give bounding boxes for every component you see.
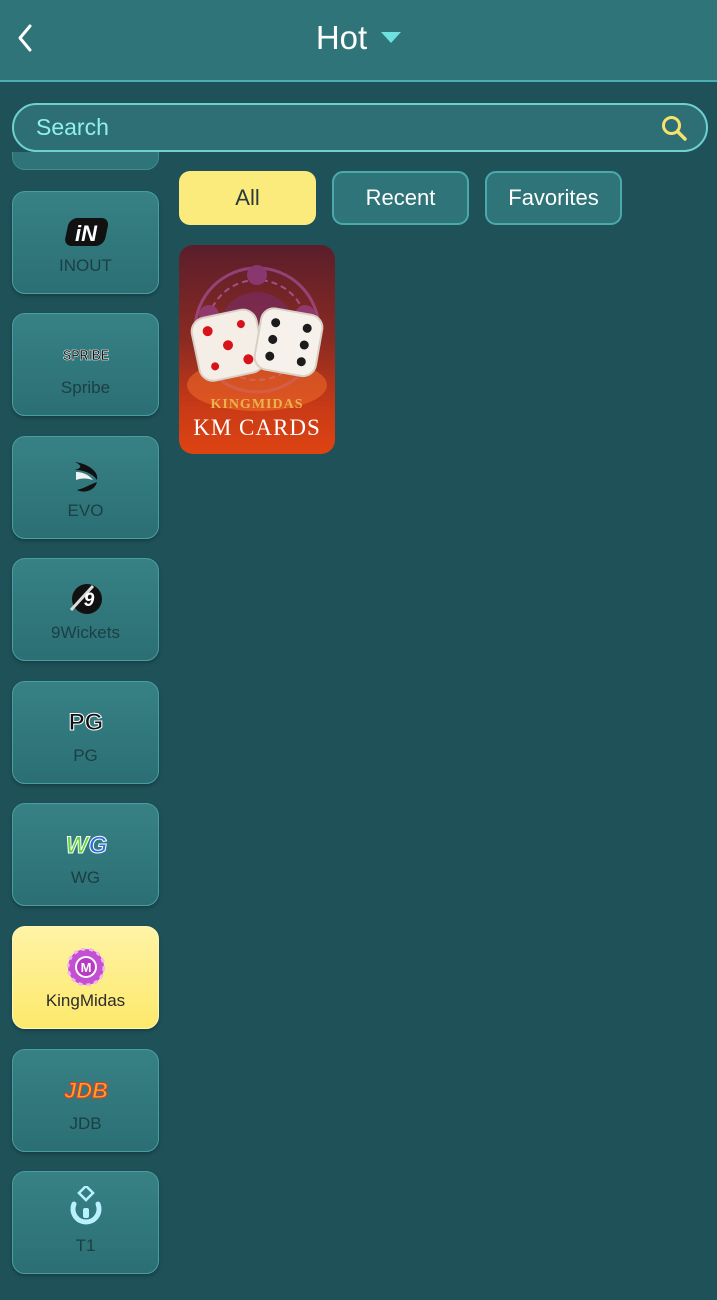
provider-item-spribe[interactable]: SPRIBE Spribe xyxy=(12,313,159,416)
page-title: Hot xyxy=(315,19,368,56)
caret-down-icon xyxy=(381,32,402,43)
provider-item-jdb[interactable]: JDB JDB xyxy=(12,1049,159,1152)
inout-logo-icon: iN xyxy=(13,212,158,252)
tab-recent[interactable]: Recent xyxy=(332,171,469,225)
game-title: KM CARDS xyxy=(193,415,321,440)
svg-text:iN: iN xyxy=(75,221,98,246)
pg-logo-icon: PG xyxy=(13,702,158,742)
t1-logo-icon xyxy=(13,1186,158,1228)
search-input[interactable] xyxy=(34,105,634,150)
evo-logo-icon xyxy=(13,457,158,497)
wg-logo-icon: W G xyxy=(13,824,158,864)
svg-text:9: 9 xyxy=(83,590,94,611)
jdb-logo-icon: JDB xyxy=(13,1070,158,1110)
provider-label: KingMidas xyxy=(45,991,126,1010)
kingmidas-logo-icon: M xyxy=(13,947,158,987)
provider-sidebar: iN INOUT SPRIBE Spribe EVO 9 9Wickets PG… xyxy=(0,152,170,1300)
svg-text:G: G xyxy=(88,832,107,859)
provider-label: T1 xyxy=(75,1236,96,1255)
provider-item-inout[interactable]: iN INOUT xyxy=(12,191,159,294)
svg-text:SPRIBE: SPRIBE xyxy=(63,347,109,364)
provider-item-partial[interactable] xyxy=(12,152,159,170)
svg-text:M: M xyxy=(80,960,91,975)
provider-label: JDB xyxy=(69,1114,102,1133)
provider-label: INOUT xyxy=(59,256,112,275)
9wickets-logo-icon: 9 xyxy=(13,579,158,619)
top-bar: Hot xyxy=(0,0,717,82)
spribe-logo-icon: SPRIBE xyxy=(13,334,158,374)
game-brand: KINGMIDAS xyxy=(210,397,304,412)
provider-label: EVO xyxy=(67,501,104,520)
provider-label: PG xyxy=(73,746,98,765)
provider-label: Spribe xyxy=(60,378,111,397)
tab-all[interactable]: All xyxy=(179,171,316,225)
provider-item-wg[interactable]: W G WG xyxy=(12,803,159,906)
provider-item-evo[interactable]: EVO xyxy=(12,436,159,539)
provider-label: 9Wickets xyxy=(51,623,120,642)
provider-item-t1[interactable]: T1 xyxy=(12,1171,159,1274)
svg-text:JDB: JDB xyxy=(63,1078,107,1103)
tab-favorites[interactable]: Favorites xyxy=(485,171,622,225)
search-bar xyxy=(12,103,708,152)
game-card-km-cards[interactable]: KINGMIDAS KM CARDS xyxy=(179,245,335,454)
provider-item-pg[interactable]: PG PG xyxy=(12,681,159,784)
provider-item-9wickets[interactable]: 9 9Wickets xyxy=(12,558,159,661)
provider-label: WG xyxy=(70,868,101,887)
svg-text:PG: PG xyxy=(68,709,103,736)
svg-text:W: W xyxy=(65,832,90,859)
category-dropdown[interactable]: Hot xyxy=(0,16,717,60)
provider-item-kingmidas[interactable]: M KingMidas xyxy=(12,926,159,1029)
search-icon[interactable] xyxy=(660,114,688,142)
